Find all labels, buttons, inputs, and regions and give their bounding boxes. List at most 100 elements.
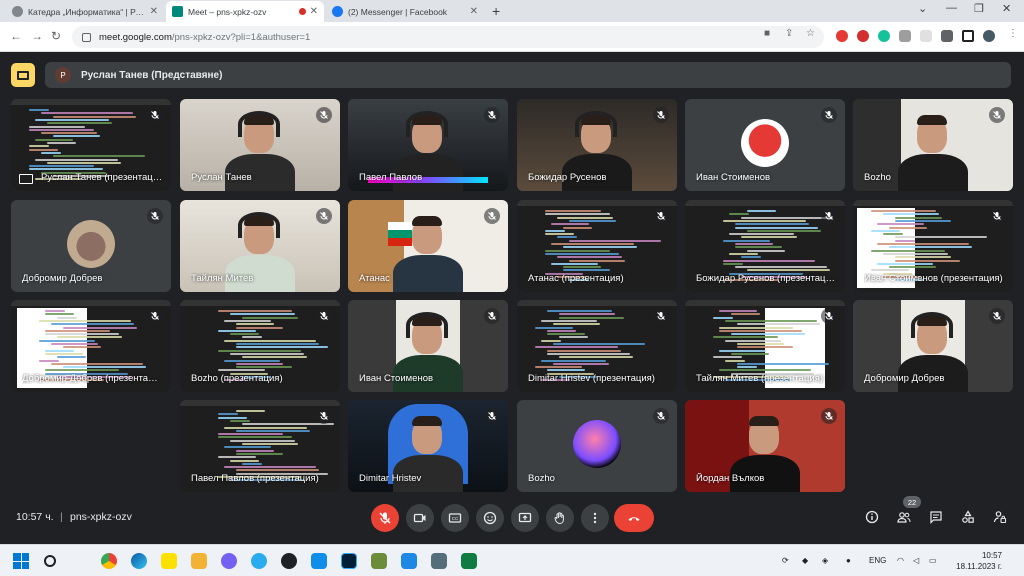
excel-icon[interactable] [461, 553, 477, 569]
more-options-button[interactable] [581, 504, 609, 532]
opera-extension-icon[interactable] [836, 30, 848, 42]
language-indicator[interactable]: ENG [869, 556, 886, 565]
participant-name: Добромир Добрев [864, 373, 945, 384]
close-window-icon[interactable]: ✕ [1002, 2, 1011, 15]
app-icon[interactable] [281, 553, 297, 569]
photoshop-icon[interactable] [341, 553, 357, 569]
participant-tile[interactable]: Атанас [348, 200, 508, 292]
reload-icon[interactable]: ↻ [51, 29, 61, 43]
browser-tab-1[interactable]: Катедра „Информатика“ | Регал ✕ [6, 1, 164, 22]
share-icon[interactable]: ⇪ [785, 28, 793, 39]
forward-icon[interactable]: → [31, 29, 43, 43]
viber-icon[interactable] [221, 553, 237, 569]
participant-tile[interactable]: Тайлян Митев [180, 200, 340, 292]
participant-tile[interactable]: Йордан Вълков [685, 400, 845, 492]
participant-tile[interactable]: Bozho [517, 400, 677, 492]
chevron-down-icon[interactable]: ⌄ [918, 2, 927, 15]
participant-tile[interactable]: Божидар Русенов [517, 99, 677, 191]
presenter-banner[interactable]: Р Руслан Танев (Представяне) [45, 62, 1011, 88]
participant-tile[interactable]: Атанас (презентация) [517, 200, 677, 292]
volume-icon[interactable]: ◁ [913, 556, 919, 565]
browser-tab-3[interactable]: (2) Messenger | Facebook ✕ [326, 1, 484, 22]
people-button[interactable] [896, 509, 912, 525]
sticky-notes-icon[interactable] [161, 553, 177, 569]
tray-app-icon[interactable]: ◆ [802, 556, 808, 565]
red-extension-icon[interactable] [857, 30, 869, 42]
participant-name: Dimitar Hristev [359, 473, 422, 484]
leave-call-button[interactable] [614, 504, 654, 532]
participant-tile[interactable]: Bozho [853, 99, 1013, 191]
clock-date: 18.11.2023 г. [956, 562, 1002, 571]
bookmark-star-icon[interactable]: ☆ [806, 28, 815, 39]
calculator-icon[interactable] [431, 553, 447, 569]
raise-hand-button[interactable] [546, 504, 574, 532]
participant-tile[interactable]: Иван Стоименов [348, 300, 508, 392]
more-menu-icon[interactable]: ⋮ [1008, 28, 1018, 39]
google-extension-icon[interactable] [920, 30, 932, 42]
side-panel-icon[interactable] [962, 30, 974, 42]
battery-icon[interactable]: ▭ [929, 556, 937, 565]
participant-tile[interactable]: Руслан Танев (презентация) [11, 99, 171, 191]
screenshot-extension-icon[interactable] [899, 30, 911, 42]
participant-tile[interactable]: Тайлян Митев (презентация) [685, 300, 845, 392]
participant-tile[interactable]: Добромир Добрев [11, 200, 171, 292]
extensions-puzzle-icon[interactable] [941, 30, 953, 42]
sync-icon[interactable]: ⟳ [782, 556, 789, 565]
new-tab-icon[interactable]: + [492, 3, 500, 19]
grammarly-icon[interactable] [878, 30, 890, 42]
profile-avatar[interactable] [983, 30, 995, 42]
browser-tab-2[interactable]: Meet – pns-xpkz-ozv ✕ [166, 1, 324, 22]
teamviewer-icon[interactable] [311, 553, 327, 569]
host-controls-button[interactable] [992, 509, 1008, 525]
close-icon[interactable]: ✕ [470, 6, 478, 17]
captions-button[interactable]: CC [441, 504, 469, 532]
app-icon[interactable] [401, 553, 417, 569]
presentation-indicator[interactable] [11, 63, 35, 87]
windows-start-icon[interactable] [13, 553, 29, 569]
chat-button[interactable] [928, 509, 944, 525]
participant-tile[interactable]: Dimitar Hristev (презентация) [517, 300, 677, 392]
activities-button[interactable] [960, 509, 976, 525]
participant-tile[interactable]: Добромир Добрев [853, 300, 1013, 392]
chat-icon [930, 511, 942, 524]
participant-tile[interactable]: Иван Стоименов (презентация) [853, 200, 1013, 292]
muted-mic-icon [989, 107, 1005, 123]
wifi-icon[interactable]: ◠ [897, 556, 904, 565]
participant-tile[interactable]: Павел Павлов (презентация) [180, 400, 340, 492]
participant-name: Добромир Добрев [22, 273, 103, 284]
meeting-details-button[interactable] [864, 509, 880, 525]
participant-name: Божидар Русенов [528, 172, 607, 183]
microphone-icon[interactable]: ● [846, 556, 851, 565]
minimize-icon[interactable]: — [946, 2, 957, 14]
participant-tile[interactable]: Руслан Танев [180, 99, 340, 191]
participant-tile[interactable]: Павел Павлов [348, 99, 508, 191]
participant-tile[interactable]: Bozho (презентация) [180, 300, 340, 392]
participant-tile[interactable]: Божидар Русенов (презентация) [685, 200, 845, 292]
search-icon[interactable] [44, 555, 56, 567]
mic-toggle-button[interactable] [371, 504, 399, 532]
camera-toggle-button[interactable] [406, 504, 434, 532]
participant-tile[interactable]: Dimitar Hristev [348, 400, 508, 492]
shapes-icon [962, 510, 974, 523]
app-icon[interactable] [371, 553, 387, 569]
shield-icon[interactable]: ◈ [822, 556, 828, 565]
present-screen-icon [19, 174, 33, 184]
close-icon[interactable]: ✕ [150, 6, 158, 17]
muted-mic-icon [316, 408, 332, 424]
url-field[interactable]: meet.google.com/pns-xpkz-ozv?pli=1&authu… [72, 26, 824, 48]
app-icon[interactable] [191, 553, 207, 569]
present-now-button[interactable] [511, 504, 539, 532]
chrome-icon[interactable] [101, 553, 117, 569]
muted-mic-icon [653, 208, 669, 224]
telegram-icon[interactable] [251, 553, 267, 569]
maximize-icon[interactable]: ❐ [974, 2, 984, 15]
edge-icon[interactable] [131, 553, 147, 569]
participant-tile[interactable]: Добромир Добрев (презентация) [11, 300, 171, 392]
present-screen-icon [518, 512, 532, 523]
participant-tile[interactable]: Иван Стоименов [685, 99, 845, 191]
reactions-button[interactable] [476, 504, 504, 532]
camera-in-use-icon[interactable]: ■ [764, 28, 770, 39]
close-icon[interactable]: ✕ [310, 6, 318, 17]
back-icon[interactable]: ← [10, 29, 22, 43]
system-clock[interactable]: 10:57 18.11.2023 г. [950, 550, 1002, 572]
